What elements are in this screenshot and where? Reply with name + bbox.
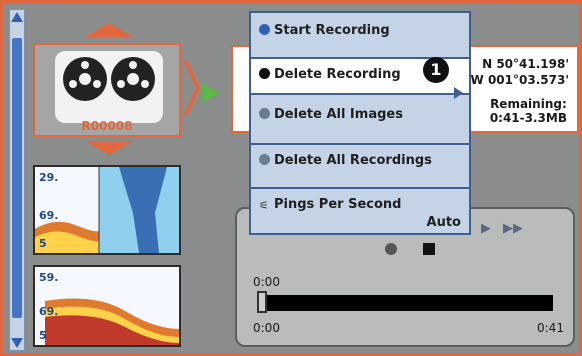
menu-item-label: Delete Recording xyxy=(274,67,401,82)
recording-card[interactable]: R00008 xyxy=(33,43,181,137)
screen-frame: R00008 29. 69. 5 59. 69. 5 N 50°41.198' … xyxy=(0,0,582,356)
depth-readout: 59. xyxy=(39,271,59,284)
current-time: 0:00 xyxy=(253,275,280,289)
tape-reel-icon xyxy=(55,51,163,123)
play-icon[interactable]: ▶ xyxy=(481,221,491,236)
record-icon[interactable] xyxy=(385,243,397,255)
fast-forward-icon[interactable]: ▶▶ xyxy=(503,221,523,236)
submenu-arrow-icon xyxy=(454,87,463,99)
recording-menu: Start Recording Delete Recording Delete … xyxy=(249,11,471,235)
sonar-thumbnail[interactable]: 29. 69. 5 xyxy=(33,165,181,255)
menu-item-delete-all-images[interactable]: Delete All Images xyxy=(251,99,469,137)
play-selection-icon[interactable] xyxy=(202,83,220,103)
longitude: W 001°03.573' xyxy=(470,73,569,87)
start-time: 0:00 xyxy=(253,321,280,335)
remaining-readout: Remaining: 0:41-3.3MB xyxy=(490,97,567,125)
start-recording-icon xyxy=(259,24,270,35)
next-recording-arrow-icon[interactable] xyxy=(85,141,133,155)
latitude: N 50°41.198' xyxy=(482,57,569,71)
playback-handle[interactable] xyxy=(257,291,267,313)
menu-item-delete-all-recordings[interactable]: Delete All Recordings xyxy=(251,145,469,183)
delete-recordings-icon xyxy=(259,154,270,165)
remaining-value: 0:41-3.3MB xyxy=(489,111,567,125)
callout-badge: 1 xyxy=(423,57,449,83)
previous-recording-arrow-icon[interactable] xyxy=(85,23,133,37)
scroll-down-icon[interactable] xyxy=(11,338,23,348)
end-time: 0:41 xyxy=(537,321,564,335)
delete-images-icon xyxy=(259,108,270,119)
view-right-chevron-icon[interactable] xyxy=(184,59,200,121)
scroll-up-icon[interactable] xyxy=(11,12,23,22)
menu-item-label: Delete All Images xyxy=(274,107,403,122)
pings-value: Auto xyxy=(426,215,461,230)
scroll-thumb[interactable] xyxy=(12,38,22,318)
depth-readout: 69. xyxy=(39,305,59,318)
stop-icon[interactable] xyxy=(423,243,435,255)
menu-item-start-recording[interactable]: Start Recording xyxy=(251,15,469,53)
vertical-scrollbar[interactable] xyxy=(9,9,25,351)
menu-item-pings-per-second[interactable]: ⚟ Pings Per Second Auto xyxy=(251,189,469,233)
remaining-label: Remaining: xyxy=(490,97,567,111)
depth-readout: 5 xyxy=(39,329,47,342)
playback-progress-bar[interactable] xyxy=(265,295,553,311)
depth-readout: 5 xyxy=(39,237,47,250)
depth-readout: 69. xyxy=(39,209,59,222)
menu-item-label: Delete All Recordings xyxy=(274,153,432,168)
delete-icon xyxy=(259,68,270,79)
depth-readout: 29. xyxy=(39,171,59,184)
pings-icon: ⚟ xyxy=(259,199,269,212)
sonar-thumbnail[interactable]: 59. 69. 5 xyxy=(33,265,181,347)
menu-item-label: Pings Per Second xyxy=(274,197,402,212)
menu-item-label: Start Recording xyxy=(274,23,390,38)
recording-id: R00008 xyxy=(81,119,133,133)
